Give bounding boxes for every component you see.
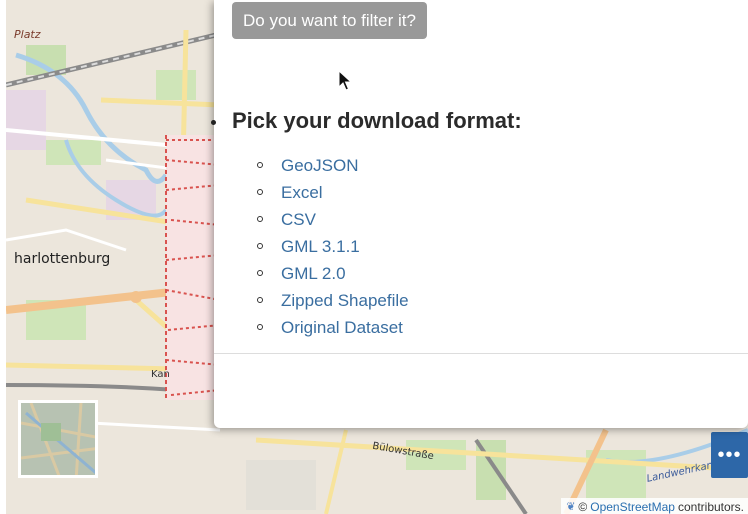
format-item-gml-20: GML 2.0 xyxy=(257,260,409,287)
attribution-prefix: © xyxy=(578,499,588,514)
format-link-gml-311[interactable]: GML 3.1.1 xyxy=(281,237,360,257)
format-link-original-dataset[interactable]: Original Dataset xyxy=(281,318,403,338)
list-bullet xyxy=(257,189,263,195)
format-link-zipped-shapefile[interactable]: Zipped Shapefile xyxy=(281,291,409,311)
list-bullet xyxy=(257,216,263,222)
format-link-excel[interactable]: Excel xyxy=(281,183,323,203)
format-item-geojson: GeoJSON xyxy=(257,152,409,179)
list-bullet xyxy=(257,324,263,330)
format-link-geojson[interactable]: GeoJSON xyxy=(281,156,358,176)
map-label-kan: Kan xyxy=(151,369,170,380)
format-item-csv: CSV xyxy=(257,206,409,233)
more-dots-icon: ••• xyxy=(717,443,742,466)
map-label-platz: Platz xyxy=(14,28,41,41)
download-panel: Do you want to filter it? Pick your down… xyxy=(211,0,748,428)
format-item-excel: Excel xyxy=(257,179,409,206)
list-bullet xyxy=(257,243,263,249)
format-item-original-dataset: Original Dataset xyxy=(257,314,409,341)
filter-button[interactable]: Do you want to filter it? xyxy=(232,2,427,39)
list-bullet xyxy=(257,162,263,168)
map-attribution: ❦ © OpenStreetMap contributors. xyxy=(561,498,748,514)
format-link-gml-20[interactable]: GML 2.0 xyxy=(281,264,346,284)
format-list: GeoJSON Excel CSV GML 3.1.1 GML 2.0 Zipp… xyxy=(257,152,409,341)
list-bullet xyxy=(257,297,263,303)
download-format-title: Pick your download format: xyxy=(232,108,522,133)
arrow-cursor-icon xyxy=(338,70,352,91)
minimap-tiles xyxy=(21,403,95,475)
minimap[interactable] xyxy=(18,400,98,478)
more-options-button[interactable]: ••• xyxy=(711,432,748,478)
section-bullet xyxy=(211,120,216,125)
openstreetmap-link[interactable]: OpenStreetMap xyxy=(590,500,675,514)
leaflet-icon: ❦ xyxy=(566,501,576,513)
format-link-csv[interactable]: CSV xyxy=(281,210,316,230)
format-item-zipped-shapefile: Zipped Shapefile xyxy=(257,287,409,314)
panel-divider xyxy=(214,353,748,354)
list-bullet xyxy=(257,270,263,276)
attribution-suffix: contributors. xyxy=(677,499,744,514)
map-label-charlottenburg: harlottenburg xyxy=(14,251,111,267)
format-item-gml-311: GML 3.1.1 xyxy=(257,233,409,260)
